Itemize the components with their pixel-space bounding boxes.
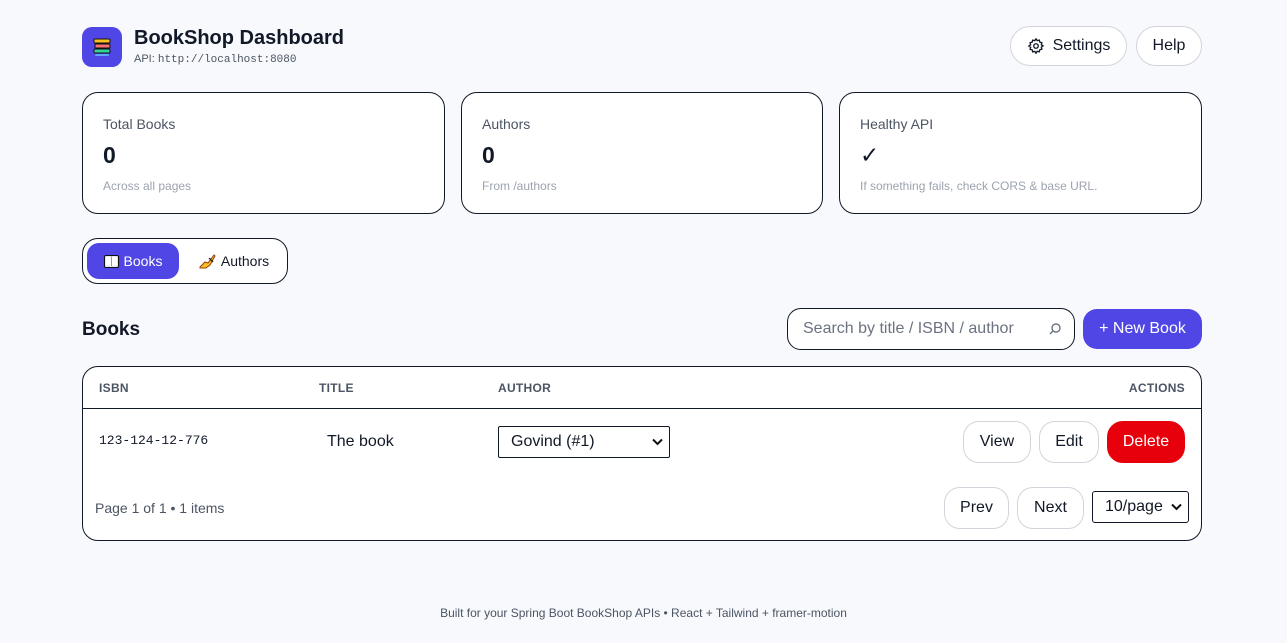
column-header-title: TITLE: [319, 381, 354, 395]
pagination: Page 1 of 1 • 1 items Prev Next 10/page: [83, 487, 1201, 531]
api-url: http://localhost:8080: [157, 54, 297, 66]
stat-label: Authors: [482, 116, 531, 132]
next-page-button[interactable]: Next: [1017, 487, 1084, 529]
page-title: BookShop Dashboard: [134, 27, 345, 49]
tab-authors[interactable]: Authors: [187, 243, 281, 279]
edit-button[interactable]: Edit: [1039, 421, 1099, 463]
new-book-button[interactable]: + New Book: [1083, 309, 1202, 349]
app-header: BookShop Dashboard API: http://localhost…: [82, 26, 1202, 68]
view-button[interactable]: View: [963, 421, 1031, 463]
settings-label: Settings: [1052, 37, 1111, 54]
column-header-actions: ACTIONS: [1128, 381, 1185, 395]
books-stack-icon: [82, 27, 122, 67]
page-footer: Built for your Spring Boot BookShop APIs…: [440, 606, 847, 620]
writing-hand-icon: [199, 253, 216, 269]
open-book-icon: [103, 254, 119, 268]
tab-label: Books: [123, 253, 163, 269]
section-title: Books: [82, 319, 141, 340]
view-tabs: Books Authors: [82, 238, 288, 284]
stat-subtext: Across all pages: [103, 179, 192, 193]
chevron-down-icon: [1171, 503, 1182, 511]
column-header-author: AUTHOR: [498, 381, 552, 395]
tab-label: Authors: [220, 253, 270, 269]
table-header: ISBN TITLE AUTHOR ACTIONS: [83, 367, 1201, 409]
search-icon: [1048, 322, 1062, 341]
isbn-cell: 123-124-12-776: [99, 433, 209, 448]
author-select[interactable]: Govind (#1): [498, 426, 670, 458]
help-button[interactable]: Help: [1136, 26, 1202, 66]
stat-card-healthy-api: Healthy API ✓ If something fails, check …: [839, 92, 1202, 214]
page-info: Page 1 of 1 • 1 items: [95, 500, 225, 516]
prev-page-button[interactable]: Prev: [944, 487, 1009, 529]
search-box: [787, 308, 1075, 350]
stat-subtext: If something fails, check CORS & base UR…: [860, 179, 1098, 193]
delete-button[interactable]: Delete: [1107, 421, 1185, 463]
table-row: 123-124-12-776 The book Govind (#1) View…: [83, 409, 1201, 473]
chevron-down-icon: [652, 438, 663, 446]
stat-value: 0: [103, 142, 116, 168]
books-table: ISBN TITLE AUTHOR ACTIONS 123-124-12-776…: [82, 366, 1202, 541]
stat-label: Total Books: [103, 116, 176, 132]
api-base-url: API: http://localhost:8080: [134, 53, 296, 66]
per-page-select[interactable]: 10/page: [1092, 491, 1189, 523]
search-input[interactable]: [803, 319, 1043, 339]
stat-value: 0: [482, 142, 495, 168]
stat-label: Healthy API: [860, 116, 934, 132]
stat-card-total-books: Total Books 0 Across all pages: [82, 92, 445, 214]
column-header-isbn: ISBN: [99, 381, 129, 395]
tab-books[interactable]: Books: [87, 243, 179, 279]
stat-subtext: From /authors: [482, 179, 557, 193]
check-icon: ✓: [860, 142, 880, 168]
author-select-value: Govind (#1): [511, 433, 595, 450]
title-cell: The book: [327, 433, 394, 450]
per-page-value: 10/page: [1105, 498, 1163, 515]
api-label: API:: [134, 53, 155, 65]
stat-card-authors: Authors 0 From /authors: [461, 92, 823, 214]
settings-button[interactable]: Settings: [1010, 26, 1127, 66]
gear-icon: [1027, 37, 1044, 55]
